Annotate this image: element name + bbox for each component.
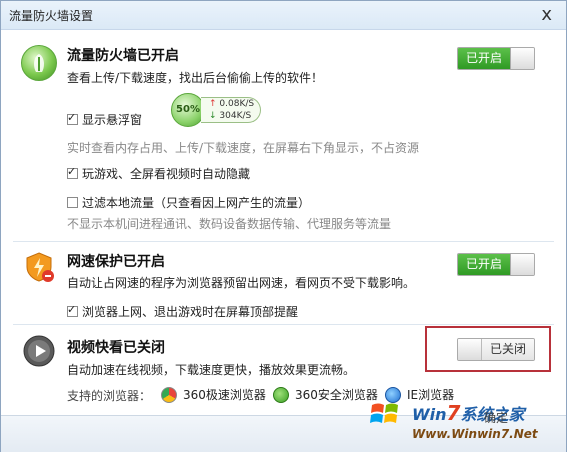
windows-logo-icon xyxy=(370,399,400,429)
firewall-shield-icon xyxy=(21,45,57,81)
video-subtitle: 自动加速在线视频，下载速度更快，播放效果更流畅。 xyxy=(67,363,356,377)
watermark-url: Www.Winwin7.Net xyxy=(412,427,538,441)
floatball-speeds: ↑ 0.08K/S ↓ 304K/S xyxy=(201,97,261,123)
close-icon[interactable]: x xyxy=(541,4,552,25)
speed-protect-subtitle: 自动让占网速的程序为浏览器预留出网速，看网页不受下载影响。 xyxy=(67,276,416,290)
firewall-settings-window: 流量防火墙设置 x 流量防火墙已开启 查看上传/下载速度，找出后台偷偷上传的软件… xyxy=(0,0,567,452)
speed-protect-heading: 网速保护已开启 xyxy=(67,254,165,270)
floatball-preview: 50% ↑ 0.08K/S ↓ 304K/S xyxy=(171,93,263,127)
floatball-percent: 50% xyxy=(171,93,205,127)
browser-360-speed: 360极速浏览器 xyxy=(161,386,266,403)
ok-button[interactable]: 确定 xyxy=(484,409,508,426)
game-hide-label: 玩游戏、全屏看视频时自动隐藏 xyxy=(82,167,251,181)
speed-protect-toggle[interactable]: 已开启 xyxy=(457,253,535,276)
video-play-icon xyxy=(23,335,55,367)
ie-360-icon xyxy=(273,386,289,403)
upload-arrow-icon: ↑ xyxy=(209,99,217,109)
remind-checkbox[interactable]: 浏览器上网、退出游戏时在屏幕顶部提醒 xyxy=(67,303,298,320)
checkbox-box[interactable] xyxy=(67,165,78,179)
toggle-knob xyxy=(510,48,534,69)
firewall-toggle-label: 已开启 xyxy=(458,48,510,69)
toggle-highlight-box xyxy=(425,326,551,372)
window-title: 流量防火墙设置 xyxy=(9,9,94,23)
remind-label: 浏览器上网、退出游戏时在屏幕顶部提醒 xyxy=(82,305,299,319)
upload-speed: 0.08K/S xyxy=(219,99,255,109)
watermark: Win7系统之家 确定 Www.Winwin7.Net xyxy=(364,397,554,451)
show-floatball-checkbox[interactable]: 显示悬浮窗 xyxy=(67,111,142,128)
toggle-knob xyxy=(510,254,534,275)
download-arrow-icon: ↓ xyxy=(209,111,217,121)
show-floatball-label: 显示悬浮窗 xyxy=(82,113,143,127)
speed-protect-icon xyxy=(23,251,55,283)
browser-name: 360极速浏览器 xyxy=(183,388,266,402)
download-speed: 304K/S xyxy=(219,111,252,121)
firewall-subtitle: 查看上传/下载速度，找出后台偷偷上传的软件！ xyxy=(67,71,324,85)
video-heading: 视频快看已关闭 xyxy=(67,340,165,356)
firewall-heading: 流量防火墙已开启 xyxy=(67,48,179,64)
filter-local-checkbox[interactable]: 过滤本地流量（只查看因上网产生的流量） xyxy=(67,194,310,211)
speed-protect-toggle-label: 已开启 xyxy=(458,254,510,275)
floatball-description: 实时查看内存占用、上传/下载速度，在屏幕右下角显示，不占资源 xyxy=(67,141,420,155)
filter-local-label: 过滤本地流量（只查看因上网产生的流量） xyxy=(82,196,311,210)
title-bar: 流量防火墙设置 x xyxy=(1,1,566,30)
checkbox-box[interactable] xyxy=(67,303,78,317)
chrome-360-icon xyxy=(161,386,177,403)
supported-browsers-label: 支持的浏览器： xyxy=(67,389,152,403)
watermark-title-a: Win xyxy=(412,405,447,424)
watermark-title-seven: 7 xyxy=(446,401,461,425)
firewall-toggle[interactable]: 已开启 xyxy=(457,47,535,70)
checkbox-box[interactable] xyxy=(67,111,78,125)
game-hide-checkbox[interactable]: 玩游戏、全屏看视频时自动隐藏 xyxy=(67,165,250,182)
filter-description: 不显示本机间进程通讯、数码设备数据传输、代理服务等流量 xyxy=(67,217,392,231)
checkbox-box[interactable] xyxy=(67,197,78,208)
section-divider xyxy=(13,324,554,325)
browser-360-safe: 360安全浏览器 xyxy=(273,386,378,403)
section-divider xyxy=(13,241,554,242)
